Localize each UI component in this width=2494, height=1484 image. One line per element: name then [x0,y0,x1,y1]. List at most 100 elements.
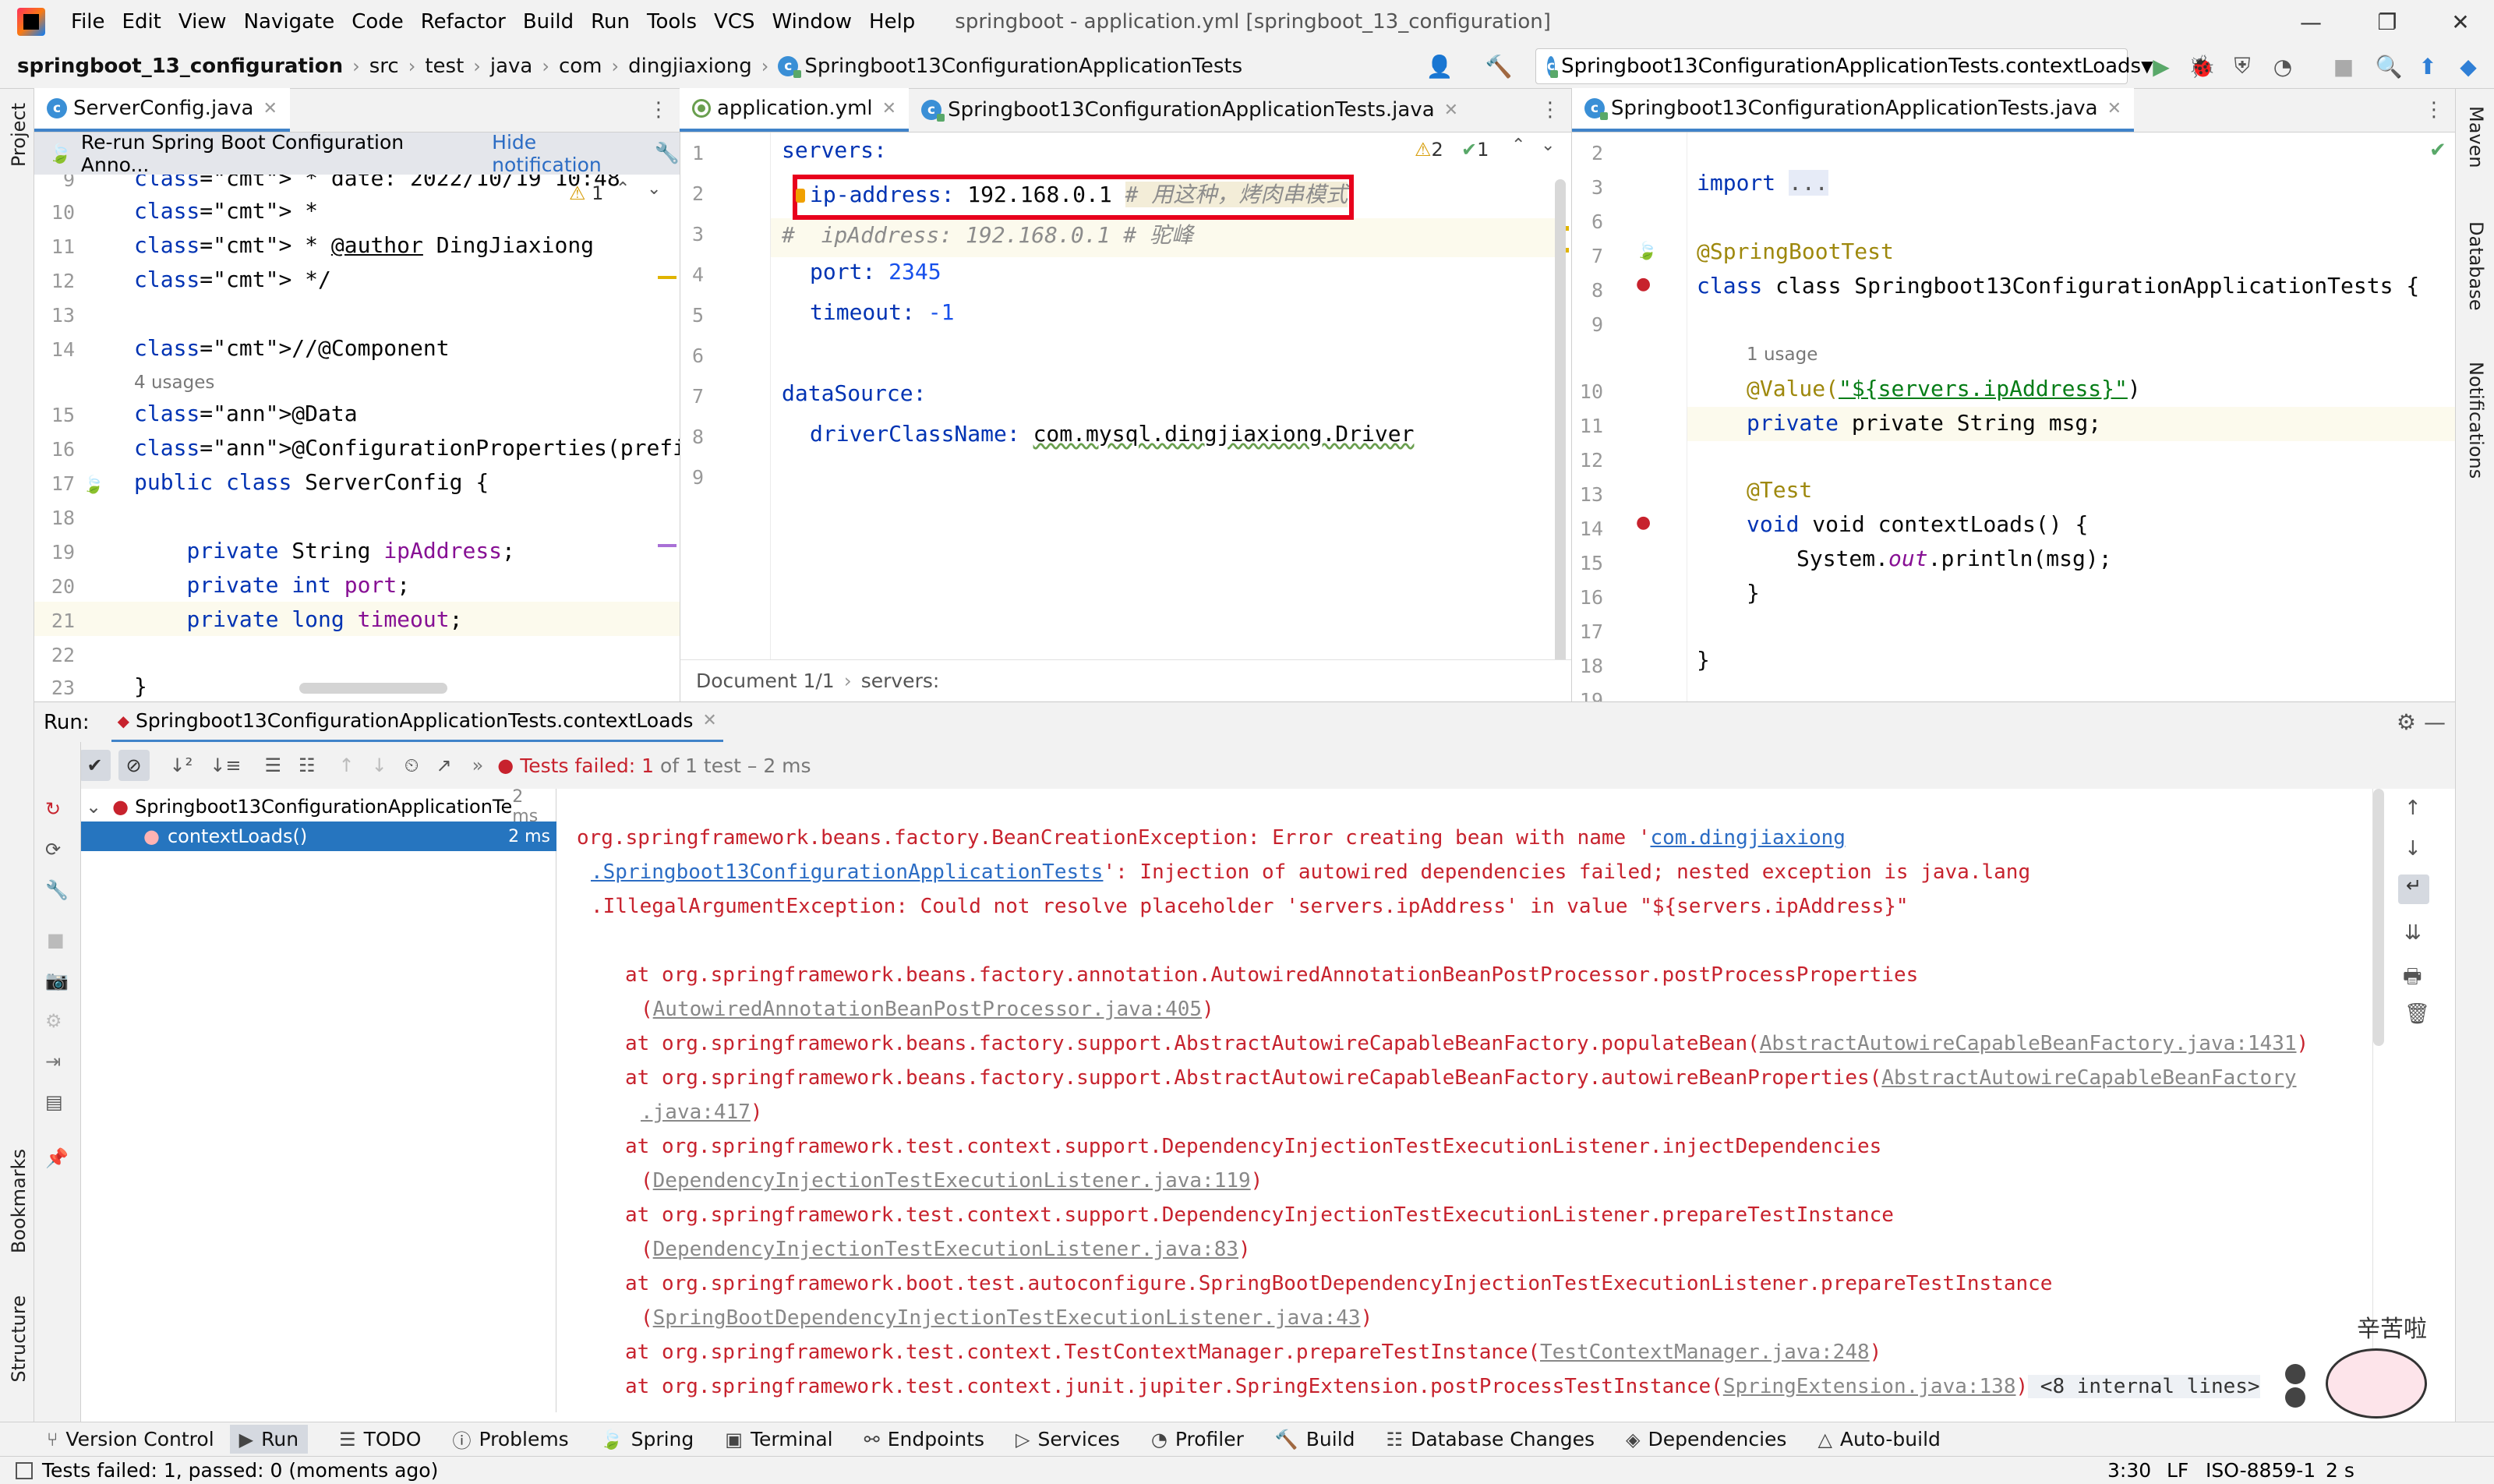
notifications-tool-button[interactable]: Notifications [2465,362,2487,479]
collapse-all-icon[interactable]: ☷ [299,754,316,776]
scroll-down-icon[interactable]: ↓ [2404,837,2422,860]
update-icon[interactable]: ⬆ [2415,53,2441,80]
source-link[interactable]: DependencyInjectionTestExecutionListener… [653,1238,1238,1261]
yaml-path[interactable]: servers: [861,670,940,692]
console-link[interactable]: .Springboot13ConfigurationApplicationTes… [591,860,1103,884]
tab-application-yml[interactable]: application.yml ✕ [680,88,910,132]
chevron-up-icon[interactable]: ⌃ [1511,136,1525,155]
build-hammer-icon[interactable]: 🔨 [1485,53,1513,80]
toggle-auto-test-icon[interactable]: ⟳ [45,839,61,860]
spring-bean-icon[interactable]: 🍃 [83,475,104,495]
profile-icon[interactable]: ◔ [2270,53,2296,80]
clear-all-icon[interactable]: 🗑 [2404,1002,2430,1026]
close-tab-icon[interactable]: ✕ [882,99,896,118]
hide-notification-link[interactable]: Hide notification [492,131,641,176]
history-icon[interactable]: ⏲ [404,754,419,776]
tool-auto-build[interactable]: △ Auto-build [1818,1428,1940,1450]
menu-build[interactable]: Build [514,10,582,34]
check-indicator[interactable]: ✔1 [1461,139,1489,161]
tree-node-class[interactable]: ⌄ ● Springboot13ConfigurationApplication… [81,787,556,826]
chevron-down-icon[interactable]: ⌄ [647,179,661,199]
horizontal-scrollbar[interactable] [299,683,447,694]
menu-run[interactable]: Run [582,10,638,34]
maven-tool-button[interactable]: Maven [2465,106,2487,168]
left-editor[interactable]: ⚠ 1 ⌃ ⌄ 9 class="cmt"> * date: 2022/10/19… [34,175,680,701]
breadcrumb-com[interactable]: com [559,55,602,78]
run-icon[interactable]: ▶ [2148,53,2174,80]
breadcrumb-package[interactable]: dingjiaxiong [628,55,752,78]
tool-profiler[interactable]: ◔ Profiler [1151,1428,1244,1450]
source-link[interactable]: SpringExtension.java:138 [1723,1375,2016,1398]
tool-terminal[interactable]: ▣ Terminal [725,1428,832,1450]
usage-hint[interactable]: 1 usage [1747,344,1818,365]
menu-view[interactable]: View [170,10,235,34]
menu-vcs[interactable]: VCS [705,10,763,34]
file-encoding[interactable]: ISO-8859-1 [2206,1459,2316,1482]
console-scrollbar[interactable] [2373,789,2384,1046]
tool-endpoints[interactable]: ⚯ Endpoints [864,1428,984,1450]
tool-run[interactable]: ▶ Run [229,1425,309,1454]
tree-node-method[interactable]: ● contextLoads() 2 ms [81,822,556,851]
export-icon[interactable]: ↗ [436,754,451,776]
tab-tests-java[interactable]: c Springboot13ConfigurationApplicationTe… [909,88,1471,132]
close-tab-icon[interactable]: ✕ [263,99,277,118]
source-link[interactable]: SpringBootDependencyInjectionTestExecuti… [653,1306,1361,1330]
prev-failed-icon[interactable]: ↑ [339,754,355,776]
close-tab-icon[interactable]: ✕ [1444,101,1458,120]
vertical-scrollbar[interactable] [1555,179,1566,659]
menu-refactor[interactable]: Refactor [412,10,514,34]
soft-wrap-icon[interactable]: ↵ [2398,874,2429,904]
print-icon[interactable]: 🖶 [2403,962,2422,996]
tool-dependencies[interactable]: ◈ Dependencies [1626,1428,1786,1450]
settings-gear-icon[interactable]: ⚙ [2397,709,2416,735]
search-icon[interactable]: 🔍 [2376,53,2403,80]
document-indicator[interactable]: Document 1/1 [696,670,835,692]
indent-setting[interactable]: 2 s [2326,1459,2354,1482]
tool-build[interactable]: 🔨 Build [1275,1428,1355,1450]
source-link[interactable]: .java:417 [641,1101,751,1124]
layout-icon[interactable]: ▤ [45,1091,63,1113]
tab-tests-java-right[interactable]: c Springboot13ConfigurationApplicationTe… [1572,88,2135,132]
show-passed-icon[interactable]: ✔ [79,750,111,781]
more-icon[interactable]: ⋮ [1540,98,1560,122]
tool-services[interactable]: ▷ Services [1016,1428,1120,1450]
minimize-panel-icon[interactable]: — [2424,709,2446,735]
more-icon[interactable]: ⋮ [648,98,669,122]
sort-duration-icon[interactable]: ↓≡ [210,754,241,776]
next-failed-icon[interactable]: ↓ [372,754,387,776]
breadcrumb-class[interactable]: Springboot13ConfigurationApplicationTest… [804,55,1242,78]
menu-file[interactable]: File [62,10,114,34]
close-tab-icon[interactable]: ✕ [702,711,716,730]
wrench-icon[interactable]: 🔧 [655,142,680,165]
source-link[interactable]: AutowiredAnnotationBeanPostProcessor.jav… [653,998,1202,1021]
tool-version-control[interactable]: ⑂ Version Control [47,1428,214,1450]
spring-leaf-icon[interactable]: 🍃 [1636,242,1657,261]
usages-hint[interactable]: 4 usages [134,373,214,393]
scroll-to-end-icon[interactable]: ⇊ [2404,921,2422,945]
run-test-failed-icon[interactable]: ● [1636,274,1651,294]
pin-icon[interactable]: 📌 [45,1147,69,1169]
console-link[interactable]: com.dingjiaxiong [1651,826,1846,850]
structure-tool-button[interactable]: Structure [8,1295,30,1383]
line-separator[interactable]: LF [2167,1459,2188,1482]
close-window-icon[interactable]: ✕ [2425,0,2494,44]
show-ignored-icon[interactable]: ⊘ [118,750,150,781]
run-configuration-select[interactable]: c Springboot13ConfigurationApplicationTe… [1535,48,2153,84]
source-link[interactable]: AbstractAutowireCapableBeanFactory [1881,1066,2296,1090]
caret-position[interactable]: 3:30 [2107,1459,2151,1482]
status-message[interactable]: Tests failed: 1, passed: 0 (moments ago) [42,1459,438,1482]
stop-icon[interactable]: ■ [47,929,65,951]
breadcrumb-project[interactable]: springboot_13_configuration [17,55,343,78]
middle-editor[interactable]: 123456789 servers: ip-address: 192.168.0… [680,132,1571,659]
sort-alpha-icon[interactable]: ↓² [170,754,193,776]
chevron-down-icon[interactable]: ⌄ [1541,136,1555,155]
run-tab[interactable]: ◆ Springboot13ConfigurationApplicationTe… [111,702,723,743]
minimize-icon[interactable]: — [2276,0,2346,44]
source-link[interactable]: DependencyInjectionTestExecutionListener… [653,1169,1251,1192]
menu-navigate[interactable]: Navigate [235,10,344,34]
wrench-icon[interactable]: 🔧 [45,879,69,901]
menu-tools[interactable]: Tools [638,10,705,34]
breadcrumb-test[interactable]: test [425,55,464,78]
breadcrumb-java[interactable]: java [490,55,532,78]
right-editor[interactable]: 2 3 6 7 8 9 10 11 12 13 14 15 16 17 18 19 import ... @S… [1571,132,2455,701]
